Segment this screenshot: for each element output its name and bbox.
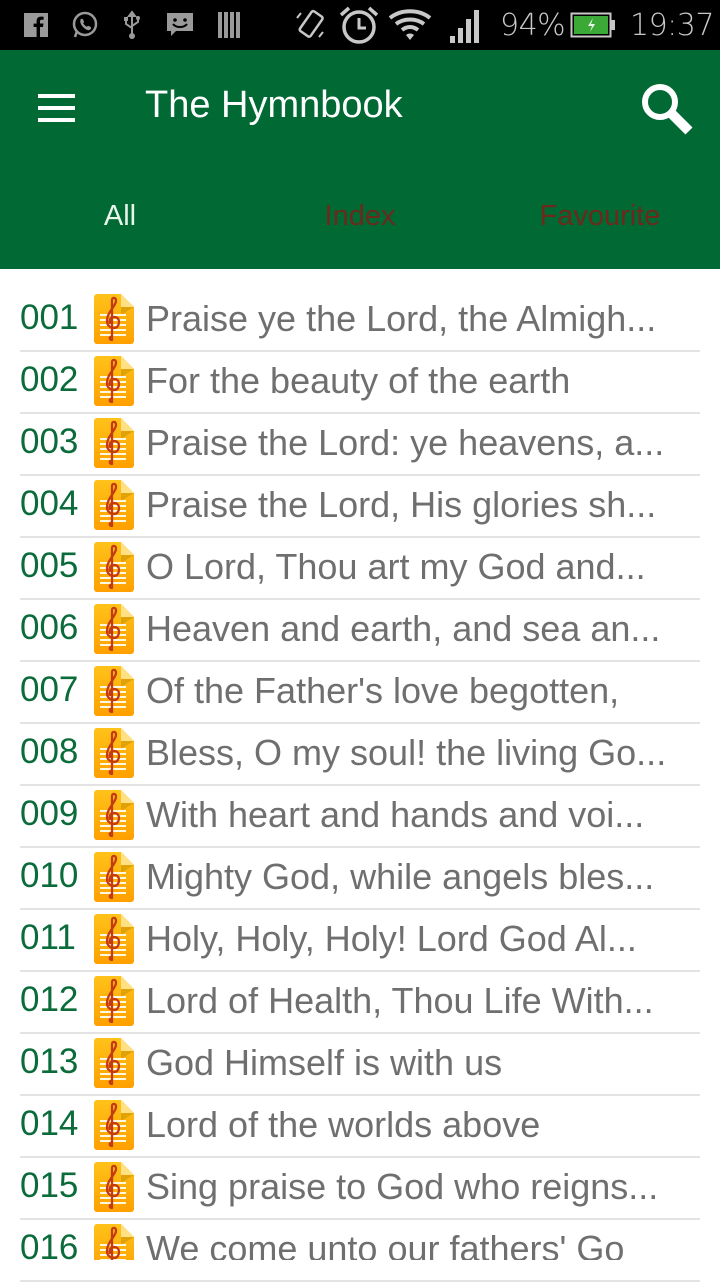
tab-bar: All Index Favourite <box>0 178 720 275</box>
hymn-number: 013 <box>20 1042 79 1081</box>
music-sheet-icon <box>94 728 134 778</box>
clock: 19:37 <box>630 8 714 43</box>
hamburger-menu-icon[interactable] <box>30 86 80 130</box>
hymn-title: Of the Father's love begotten, <box>146 670 620 711</box>
tab-index-label: Index <box>324 200 396 232</box>
hymn-row[interactable]: 011 Holy, Holy, Holy! Lord God Al... <box>20 910 700 972</box>
music-sheet-icon <box>94 914 134 964</box>
hymn-number: 011 <box>20 918 76 957</box>
hymn-title: O Lord, Thou art my God and... <box>146 546 646 587</box>
hymn-number: 002 <box>20 360 79 399</box>
battery-percent: 94% <box>500 8 566 43</box>
music-sheet-icon <box>94 294 134 344</box>
hymn-row[interactable]: 010 Mighty God, while angels bles... <box>20 848 700 910</box>
screen-rotate-icon <box>294 9 328 40</box>
list-clip <box>0 1260 720 1280</box>
hymn-title: Praise the Lord: ye heavens, a... <box>146 422 665 463</box>
hymn-title: Heaven and earth, and sea an... <box>146 608 661 649</box>
signal-icon <box>448 8 484 44</box>
usb-icon <box>122 10 142 40</box>
whatsapp-icon <box>70 10 100 40</box>
hymn-row[interactable]: 015 Sing praise to God who reigns... <box>20 1158 700 1220</box>
music-sheet-icon <box>94 852 134 902</box>
hymn-number: 015 <box>20 1166 79 1205</box>
hymn-row[interactable]: 008 Bless, O my soul! the living Go... <box>20 724 700 786</box>
hymn-row[interactable]: 014 Lord of the worlds above <box>20 1096 700 1158</box>
music-sheet-icon <box>94 976 134 1026</box>
hymn-row[interactable]: 009 With heart and hands and voi... <box>20 786 700 848</box>
hymn-number: 008 <box>20 732 79 771</box>
hymn-row[interactable]: 012 Lord of Health, Thou Life With... <box>20 972 700 1034</box>
hymn-number: 014 <box>20 1104 79 1143</box>
app-bar: The Hymnbook All Index Favourite <box>0 50 720 275</box>
hymn-row[interactable]: 005 O Lord, Thou art my God and... <box>20 538 700 600</box>
app-title: The Hymnbook <box>145 84 403 126</box>
music-sheet-icon <box>94 356 134 406</box>
hymn-number: 005 <box>20 546 79 585</box>
wifi-icon <box>388 9 432 40</box>
hymn-number: 009 <box>20 794 79 833</box>
hymn-number: 010 <box>20 856 79 895</box>
hymn-title: With heart and hands and voi... <box>146 794 645 835</box>
hymn-number: 004 <box>20 484 79 523</box>
hymn-number: 001 <box>20 298 79 337</box>
hymn-number: 006 <box>20 608 79 647</box>
hymn-row[interactable]: 001 Praise ye the Lord, the Almigh... <box>20 290 700 352</box>
tab-favourite-label: Favourite <box>539 200 661 232</box>
hymn-number: 003 <box>20 422 79 461</box>
music-sheet-icon <box>94 604 134 654</box>
hymn-row[interactable]: 002 For the beauty of the earth <box>20 352 700 414</box>
hymn-title: Sing praise to God who reigns... <box>146 1166 659 1207</box>
hymn-title: For the beauty of the earth <box>146 360 571 401</box>
tab-index[interactable]: Index <box>240 178 480 269</box>
hymn-number: 012 <box>20 980 79 1019</box>
music-sheet-icon <box>94 1100 134 1150</box>
barcode-icon <box>218 10 240 40</box>
hymn-title: Praise the Lord, His glories sh... <box>146 484 657 525</box>
battery-icon <box>570 12 616 38</box>
music-sheet-icon <box>94 480 134 530</box>
hymn-row[interactable]: 004 Praise the Lord, His glories sh... <box>20 476 700 538</box>
hymn-title: Mighty God, while angels bles... <box>146 856 655 897</box>
tab-all[interactable]: All <box>0 178 240 275</box>
hymn-title: Holy, Holy, Holy! Lord God Al... <box>146 918 637 959</box>
hymn-title: Lord of Health, Thou Life With... <box>146 980 654 1021</box>
hymn-row[interactable]: 003 Praise the Lord: ye heavens, a... <box>20 414 700 476</box>
hymn-number: 007 <box>20 670 79 709</box>
hymn-title: Praise ye the Lord, the Almigh... <box>146 298 657 339</box>
hymn-title: Bless, O my soul! the living Go... <box>146 732 667 773</box>
music-sheet-icon <box>94 666 134 716</box>
tab-indicator <box>0 269 240 275</box>
search-icon[interactable] <box>636 78 700 142</box>
music-sheet-icon <box>94 542 134 592</box>
hymn-row[interactable]: 007 Of the Father's love begotten, <box>20 662 700 724</box>
status-bar: 94% 19:37 <box>0 0 720 50</box>
tab-all-label: All <box>103 200 137 232</box>
music-sheet-icon <box>94 1038 134 1088</box>
alarm-icon <box>338 5 380 45</box>
music-sheet-icon <box>94 418 134 468</box>
message-icon <box>166 10 194 40</box>
hymn-list: 001 Praise ye the Lord, the Almigh... 00… <box>20 290 700 1282</box>
hymn-title: Lord of the worlds above <box>146 1104 541 1145</box>
hymn-row[interactable]: 006 Heaven and earth, and sea an... <box>20 600 700 662</box>
music-sheet-icon <box>94 790 134 840</box>
hymn-row[interactable]: 013 God Himself is with us <box>20 1034 700 1096</box>
hymn-title: God Himself is with us <box>146 1042 503 1083</box>
music-sheet-icon <box>94 1162 134 1212</box>
tab-favourite[interactable]: Favourite <box>480 178 720 269</box>
facebook-icon <box>24 10 48 40</box>
